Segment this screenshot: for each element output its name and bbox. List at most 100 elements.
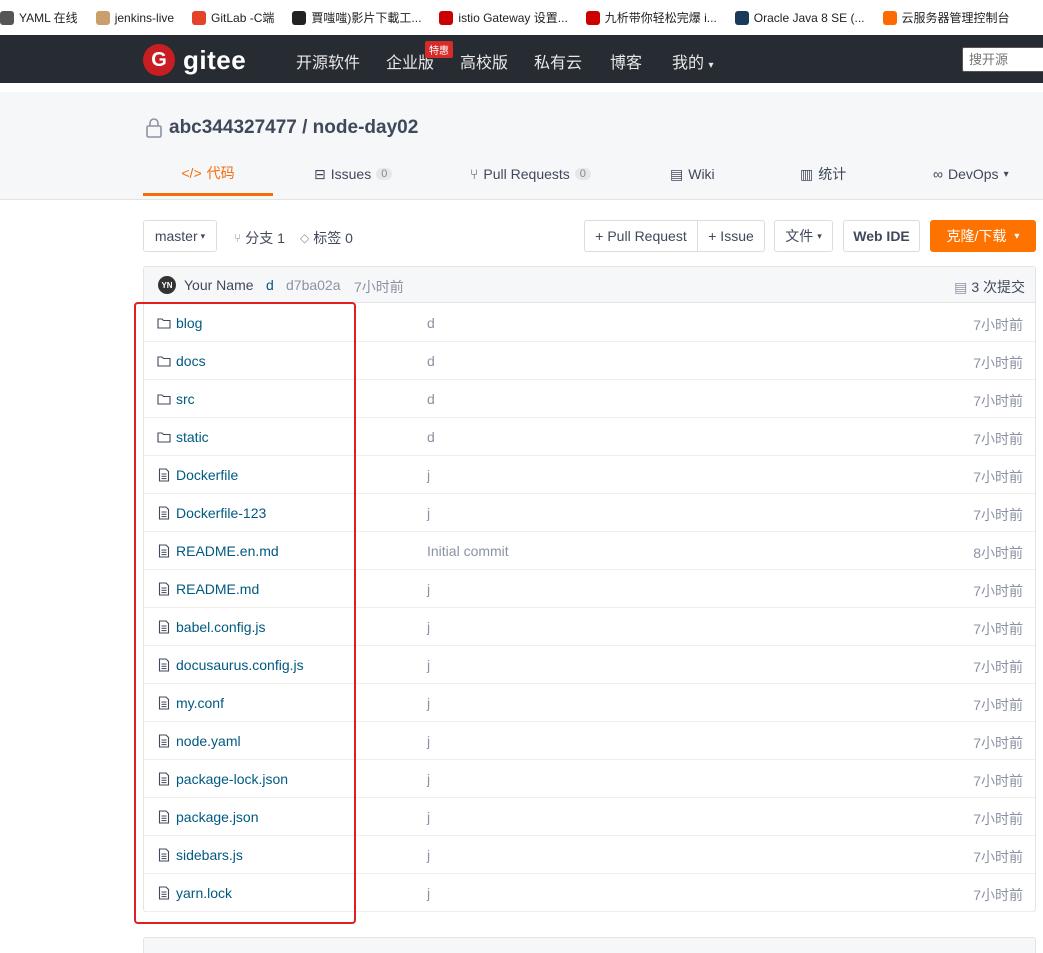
bookmark-item[interactable]: jenkins-live <box>95 10 174 25</box>
chevron-down-icon: ▾ <box>1003 168 1009 180</box>
repo-name[interactable]: abc344327477 / node-day02 <box>169 117 418 139</box>
tab-devops-label: DevOps <box>947 166 999 182</box>
branches-label: 分支 1 <box>245 230 285 246</box>
file-commit-message[interactable]: j <box>427 885 430 901</box>
bookmark-item[interactable]: YAML 在线 <box>0 9 78 26</box>
file-commit-message[interactable]: j <box>427 467 430 483</box>
file-commit-time: 7小时前 <box>973 355 1023 371</box>
devops-icon: ∞ <box>933 166 943 182</box>
pr-count: 0 <box>574 168 591 180</box>
branch-icon: ⑂ <box>234 231 242 245</box>
wiki-icon: ▤ <box>670 165 684 182</box>
tab-code-label: 代码 <box>206 164 235 181</box>
issue-icon: ⊟ <box>314 165 326 182</box>
bookmark-item[interactable]: 九析带你轻松完爆 i... <box>585 9 717 26</box>
commits-icon: ▤ <box>954 278 968 295</box>
tab-issues[interactable]: ⊟ Issues 0 <box>314 152 393 196</box>
nav-open-source[interactable]: 开源软件 <box>296 49 360 73</box>
bookmark-item[interactable]: 云服务器管理控制台 <box>882 9 1010 26</box>
file-commit-time: 7小时前 <box>973 735 1023 751</box>
web-ide-button[interactable]: Web IDE <box>843 220 920 252</box>
search-input[interactable] <box>962 47 1043 72</box>
bookmark-label: 賈嗤嗤)影片下載工... <box>311 11 422 25</box>
file-commit-time: 7小时前 <box>973 431 1023 447</box>
bookmark-label: 九析带你轻松完爆 i... <box>604 11 717 25</box>
new-issue-button[interactable]: + Issue <box>697 220 765 252</box>
branch-select[interactable]: master ▾ <box>143 220 217 252</box>
top-nav: G gitee 开源软件 企业版 特惠 高校版 私有云 博客 我的 ▾ <box>0 35 1043 83</box>
project-header: abc344327477 / node-day02 </> 代码 ⊟ Issue… <box>0 92 1043 200</box>
commit-time: 7小时前 <box>354 279 404 295</box>
bookmark-item[interactable]: 賈嗤嗤)影片下載工... <box>292 9 421 26</box>
gitee-logo-icon: G <box>143 44 175 76</box>
gitee-logo[interactable]: G gitee <box>143 44 246 76</box>
file-commit-message[interactable]: j <box>427 657 430 673</box>
pr-icon: ⑂ <box>470 166 479 182</box>
bookmark-item[interactable]: GitLab -C端 <box>192 9 274 26</box>
file-commit-time: 7小时前 <box>973 849 1023 865</box>
nav-mine-label: 我的 <box>672 55 705 72</box>
file-commit-message[interactable]: j <box>427 581 430 597</box>
file-commit-message[interactable]: j <box>427 809 430 825</box>
bookmark-favicon-icon <box>882 10 897 25</box>
file-commit-time: 7小时前 <box>973 887 1023 903</box>
code-icon: </> <box>181 164 202 181</box>
nav-education[interactable]: 高校版 <box>460 49 508 73</box>
avatar[interactable]: YN <box>158 276 176 294</box>
file-commit-time: 7小时前 <box>973 393 1023 409</box>
bookmark-label: YAML 在线 <box>19 11 78 25</box>
commit-message[interactable]: d <box>266 277 274 293</box>
logo-text: gitee <box>183 44 247 75</box>
file-commit-message[interactable]: j <box>427 695 430 711</box>
tab-pull-requests[interactable]: ⑂ Pull Requests 0 <box>470 152 591 196</box>
bookmark-favicon-icon <box>0 10 14 25</box>
file-commit-message[interactable]: d <box>427 353 435 369</box>
file-commit-message[interactable]: j <box>427 733 430 749</box>
nav-private-cloud[interactable]: 私有云 <box>534 49 582 73</box>
file-commit-time: 7小时前 <box>973 811 1023 827</box>
commit-hash[interactable]: d7ba02a <box>286 277 341 293</box>
tab-devops[interactable]: ∞ DevOps ▾ <box>933 152 1009 196</box>
tab-wiki[interactable]: ▤ Wiki <box>670 152 715 196</box>
chevron-down-icon: ▾ <box>817 230 822 241</box>
file-commit-time: 7小时前 <box>973 583 1023 599</box>
file-commit-time: 7小时前 <box>973 773 1023 789</box>
file-commit-time: 7小时前 <box>973 507 1023 523</box>
file-commit-message[interactable]: j <box>427 847 430 863</box>
file-menu-button[interactable]: 文件 ▾ <box>774 220 833 252</box>
tab-code[interactable]: </> 代码 <box>143 152 273 196</box>
tab-pr-label: Pull Requests <box>483 166 570 182</box>
file-commit-time: 7小时前 <box>973 659 1023 675</box>
tags-link[interactable]: ◇ 标签 0 <box>300 228 353 248</box>
file-commit-message[interactable]: j <box>427 505 430 521</box>
bookmark-label: istio Gateway 设置... <box>458 11 568 25</box>
file-commit-time: 7小时前 <box>973 469 1023 485</box>
tab-issues-label: Issues <box>330 166 372 182</box>
file-commit-message[interactable]: d <box>427 315 435 331</box>
file-commit-message[interactable]: Initial commit <box>427 543 509 559</box>
bookmark-favicon-icon <box>292 10 307 25</box>
clone-download-button[interactable]: 克隆/下载 ▾ <box>930 220 1036 252</box>
file-commit-message[interactable]: d <box>427 391 435 407</box>
page-title: abc344327477 / node-day02 <box>145 117 418 139</box>
bookmarks-bar: YAML 在线 jenkins-live GitLab -C端 賈嗤嗤)影片下載工..… <box>0 0 1043 35</box>
nav-blog[interactable]: 博客 <box>610 49 642 73</box>
nav-mine[interactable]: 我的 ▾ <box>672 49 714 73</box>
tab-stats[interactable]: ▥ 统计 <box>800 152 846 196</box>
new-pull-request-button[interactable]: + Pull Request <box>584 220 698 252</box>
branch-select-label: master <box>154 228 198 244</box>
branches-link[interactable]: ⑂ 分支 1 <box>234 228 285 248</box>
bookmark-item[interactable]: istio Gateway 设置... <box>439 9 568 26</box>
lock-icon <box>146 118 162 138</box>
chevron-down-icon: ▾ <box>200 230 206 241</box>
bookmark-item[interactable]: Oracle Java 8 SE (... <box>734 10 865 25</box>
file-commit-message[interactable]: j <box>427 619 430 635</box>
file-commit-message[interactable]: j <box>427 771 430 787</box>
bookmark-favicon-icon <box>734 10 749 25</box>
repo-tabs: </> 代码 ⊟ Issues 0 ⑂ Pull Requests 0 ▤ Wi… <box>143 152 1043 196</box>
commit-count[interactable]: ▤ 3 次提交 <box>954 277 1025 297</box>
tab-wiki-label: Wiki <box>688 166 715 182</box>
commit-author[interactable]: Your Name <box>184 277 254 293</box>
file-commit-message[interactable]: d <box>427 429 435 445</box>
readme-header <box>143 937 1036 953</box>
